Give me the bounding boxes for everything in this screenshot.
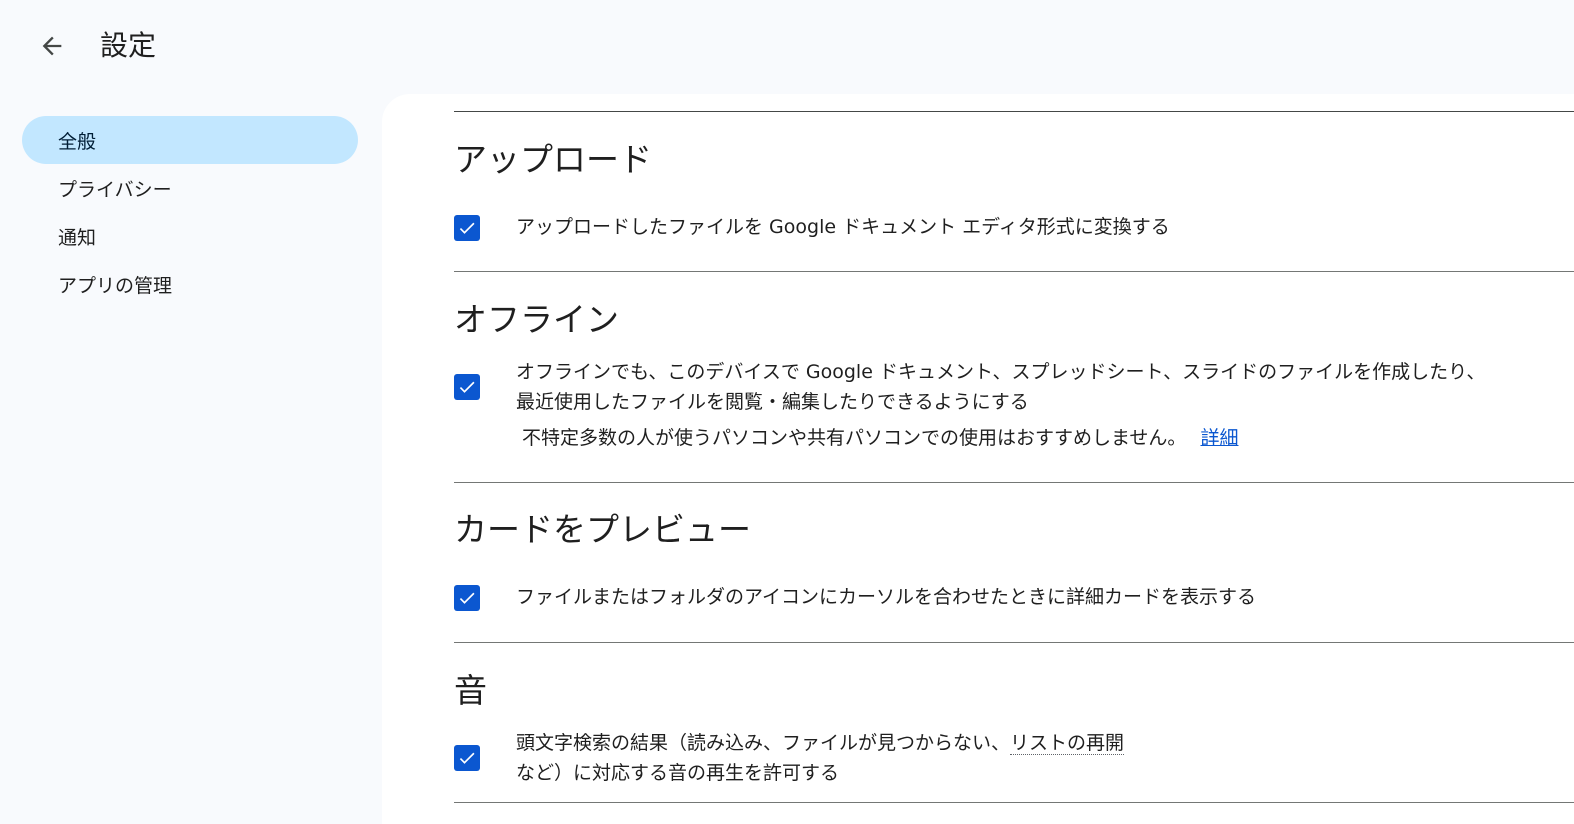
check-icon bbox=[459, 752, 475, 764]
section-title-sound: 音 bbox=[454, 671, 487, 710]
sidebar: 全般 プライバシー 通知 アプリの管理 bbox=[22, 116, 358, 308]
sidebar-item-privacy[interactable]: プライバシー bbox=[22, 164, 358, 212]
offline-label-line2: 最近使用したファイルを閲覧・編集したりできるようにする bbox=[516, 391, 1029, 413]
offline-label-line1: オフラインでも、このデバイスで Google ドキュメント、スプレッドシート、ス… bbox=[516, 361, 1486, 383]
check-icon bbox=[459, 381, 475, 393]
sound-checkbox[interactable] bbox=[454, 745, 480, 771]
sound-label-line1: 頭文字検索の結果（読み込み、ファイルが見つからない、リストの再開 bbox=[516, 728, 1125, 758]
back-button[interactable] bbox=[30, 24, 74, 68]
offline-checkbox[interactable] bbox=[454, 374, 480, 400]
offline-note: 不特定多数の人が使うパソコンや共有パソコンでの使用はおすすめしません。 詳細 bbox=[522, 423, 1239, 453]
offline-note-text: 不特定多数の人が使うパソコンや共有パソコンでの使用はおすすめしません。 bbox=[522, 427, 1187, 449]
section-title-offline: オフライン bbox=[454, 300, 619, 339]
resume-list-term: リストの再開 bbox=[1010, 732, 1125, 755]
sidebar-item-notifications[interactable]: 通知 bbox=[22, 212, 358, 260]
sidebar-item-manage-apps[interactable]: アプリの管理 bbox=[22, 260, 358, 308]
sound-label-line2: など）に対応する音の再生を許可する bbox=[516, 762, 840, 784]
section-divider bbox=[454, 271, 1574, 272]
learn-more-link[interactable]: 詳細 bbox=[1200, 427, 1238, 449]
section-divider bbox=[454, 802, 1574, 803]
section-divider bbox=[454, 642, 1574, 643]
check-icon bbox=[459, 222, 475, 234]
upload-convert-label: アップロードしたファイルを Google ドキュメント エディタ形式に変換する bbox=[516, 216, 1170, 238]
sidebar-item-general[interactable]: 全般 bbox=[22, 116, 358, 164]
section-divider bbox=[454, 482, 1574, 483]
section-divider bbox=[454, 111, 1574, 112]
sound-label-line1-text: 頭文字検索の結果（読み込み、ファイルが見つからない、 bbox=[516, 732, 1011, 754]
preview-card-checkbox[interactable] bbox=[454, 585, 480, 611]
check-icon bbox=[459, 592, 475, 604]
preview-card-label: ファイルまたはフォルダのアイコンにカーソルを合わせたときに詳細カードを表示する bbox=[516, 586, 1257, 608]
upload-convert-checkbox[interactable] bbox=[454, 215, 480, 241]
section-title-upload: アップロード bbox=[454, 140, 652, 179]
page-title: 設定 bbox=[100, 29, 157, 62]
section-title-preview: カードをプレビュー bbox=[454, 510, 751, 549]
settings-page: 設定 全般 プライバシー 通知 アプリの管理 アップロード アップロードしたファ… bbox=[0, 0, 1574, 824]
settings-content: アップロード アップロードしたファイルを Google ドキュメント エディタ形… bbox=[382, 94, 1574, 824]
arrow-back-icon bbox=[42, 36, 62, 56]
